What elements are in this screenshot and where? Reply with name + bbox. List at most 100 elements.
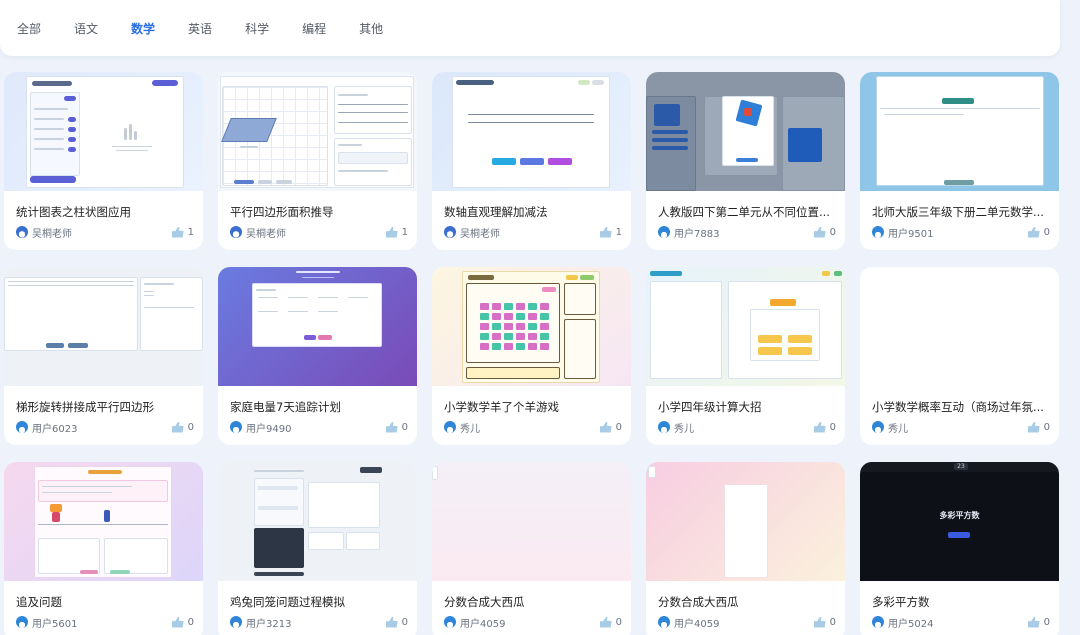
thumbs-up-icon [599, 616, 612, 628]
author-name: 用户6023 [32, 423, 78, 435]
card-meta: 秀儿 0 [444, 420, 622, 435]
thumbs-up-icon [385, 226, 398, 238]
card-title: 北师大版三年级下册二单元数学... [872, 205, 1044, 219]
like-button[interactable]: 0 [813, 616, 836, 628]
author-avatar [230, 421, 242, 433]
author-avatar [872, 226, 884, 238]
like-count: 0 [615, 421, 622, 433]
card-title: 多彩平方数 [872, 595, 930, 609]
card-thumbnail [432, 72, 631, 191]
card-meta: 用户9501 0 [872, 225, 1050, 240]
like-button[interactable]: 0 [171, 421, 194, 433]
work-card[interactable]: 北师大版三年级下册二单元数学... 用户9501 0 [860, 72, 1059, 250]
like-button[interactable]: 1 [385, 226, 408, 238]
author-avatar [658, 421, 670, 433]
like-button[interactable]: 0 [1027, 616, 1050, 628]
tab-all[interactable]: 全部 [17, 20, 41, 37]
card-thumbnail [646, 72, 845, 191]
author-avatar [230, 616, 242, 628]
card-meta: 秀儿 0 [658, 420, 836, 435]
author-name: 用户3213 [246, 618, 292, 630]
author-avatar [16, 616, 28, 628]
like-count: 0 [1043, 226, 1050, 238]
card-meta: 用户5601 0 [16, 615, 194, 630]
card-title: 追及问题 [16, 595, 62, 609]
like-button[interactable]: 0 [813, 421, 836, 433]
card-thumbnail [218, 72, 417, 191]
author-name: 秀儿 [460, 423, 480, 435]
author-avatar [872, 421, 884, 433]
work-card[interactable]: 人教版四下第二单元从不同位置... 用户7883 0 [646, 72, 845, 250]
card-meta: 用户6023 0 [16, 420, 194, 435]
card-thumbnail [4, 267, 203, 386]
work-card[interactable]: 追及问题 用户5601 0 [4, 462, 203, 635]
author-avatar [444, 226, 456, 238]
tab-english[interactable]: 英语 [188, 20, 212, 37]
card-thumbnail: 23 多彩平方数 [860, 462, 1059, 581]
card-meta: 秀儿 0 [872, 420, 1050, 435]
author-name: 用户5024 [888, 618, 934, 630]
work-card[interactable]: 平行四边形面积推导 吴桐老师 1 [218, 72, 417, 250]
thumbs-up-icon [171, 226, 184, 238]
card-meta: 用户3213 0 [230, 615, 408, 630]
like-button[interactable]: 1 [599, 226, 622, 238]
card-thumbnail [218, 462, 417, 581]
card-thumbnail [860, 72, 1059, 191]
author-name: 用户5601 [32, 618, 78, 630]
like-count: 0 [1043, 421, 1050, 433]
like-button[interactable]: 0 [599, 616, 622, 628]
work-card[interactable]: 家庭电量7天追踪计划 用户9490 0 [218, 267, 417, 445]
thumbs-up-icon [813, 421, 826, 433]
card-meta: 用户4059 0 [444, 615, 622, 630]
like-count: 0 [829, 421, 836, 433]
work-card[interactable]: 小学四年级计算大招 秀儿 0 [646, 267, 845, 445]
like-button[interactable]: 0 [385, 616, 408, 628]
like-button[interactable]: 0 [599, 421, 622, 433]
work-card[interactable]: 鸡兔同笼问题过程模拟 用户3213 0 [218, 462, 417, 635]
card-title: 小学数学概率互动（商场过年氛... [872, 400, 1044, 414]
thumbs-up-icon [813, 616, 826, 628]
like-count: 0 [187, 616, 194, 628]
card-title: 小学四年级计算大招 [658, 400, 762, 414]
card-title: 数轴直观理解加减法 [444, 205, 548, 219]
author-name: 用户9501 [888, 228, 934, 240]
author-name: 用户4059 [674, 618, 720, 630]
tab-chinese[interactable]: 语文 [74, 20, 98, 37]
card-meta: 用户4059 0 [658, 615, 836, 630]
like-button[interactable]: 1 [171, 226, 194, 238]
author-name: 用户9490 [246, 423, 292, 435]
like-button[interactable]: 0 [385, 421, 408, 433]
works-grid: 统计图表之柱状图应用 吴桐老师 1 平行四边形面积推导 吴桐老师 1 数轴直观理… [4, 72, 1059, 635]
thumb-dark-title: 多彩平方数 [939, 511, 980, 520]
author-name: 用户4059 [460, 618, 506, 630]
card-title: 平行四边形面积推导 [230, 205, 334, 219]
like-count: 0 [615, 616, 622, 628]
card-title: 统计图表之柱状图应用 [16, 205, 131, 219]
author-avatar [872, 616, 884, 628]
like-count: 0 [401, 421, 408, 433]
tab-programming[interactable]: 编程 [302, 20, 326, 37]
card-thumbnail [646, 462, 845, 581]
tab-math[interactable]: 数学 [131, 20, 155, 37]
card-meta: 吴桐老师 1 [230, 225, 408, 240]
card-thumbnail [218, 267, 417, 386]
card-meta: 用户7883 0 [658, 225, 836, 240]
like-button[interactable]: 0 [813, 226, 836, 238]
like-button[interactable]: 0 [1027, 226, 1050, 238]
like-button[interactable]: 0 [171, 616, 194, 628]
tab-science[interactable]: 科学 [245, 20, 269, 37]
work-card[interactable]: 数轴直观理解加减法 吴桐老师 1 [432, 72, 631, 250]
work-card[interactable]: 小学数学羊了个羊游戏 秀儿 0 [432, 267, 631, 445]
work-card[interactable]: 23 多彩平方数 多彩平方数 用户5024 0 [860, 462, 1059, 635]
tab-other[interactable]: 其他 [359, 20, 383, 37]
like-button[interactable]: 0 [1027, 421, 1050, 433]
work-card[interactable]: 梯形旋转拼接成平行四边形 用户6023 0 [4, 267, 203, 445]
work-card[interactable]: 分数合成大西瓜 用户4059 0 [646, 462, 845, 635]
author-name: 秀儿 [674, 423, 694, 435]
thumbs-up-icon [599, 421, 612, 433]
thumbs-up-icon [1027, 421, 1040, 433]
work-card[interactable]: 统计图表之柱状图应用 吴桐老师 1 [4, 72, 203, 250]
work-card[interactable]: 小学数学概率互动（商场过年氛... 秀儿 0 [860, 267, 1059, 445]
author-name: 吴桐老师 [246, 228, 286, 240]
work-card[interactable]: 分数合成大西瓜 用户4059 0 [432, 462, 631, 635]
